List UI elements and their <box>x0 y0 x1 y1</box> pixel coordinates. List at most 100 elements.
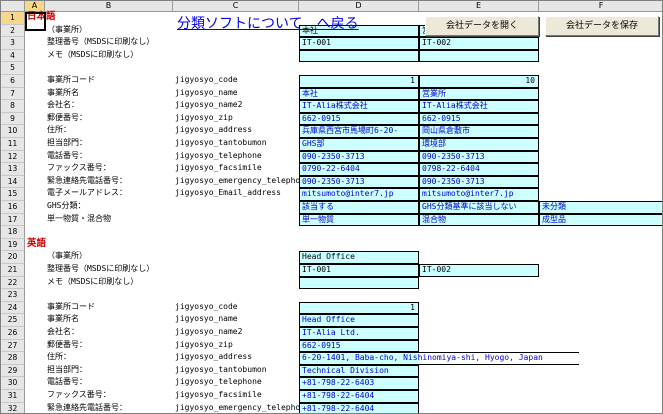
column-header-f[interactable]: F <box>539 1 662 12</box>
section-label[interactable]: 日本語 <box>25 11 85 25</box>
value-cell-d[interactable]: Technical Division <box>299 364 419 378</box>
field-label[interactable]: 会社名： <box>45 100 173 113</box>
field-label[interactable]: 住所： <box>45 352 173 365</box>
field-label[interactable] <box>45 289 173 302</box>
row-header[interactable]: 12 <box>1 150 25 164</box>
field-label[interactable]: 住所： <box>45 125 173 138</box>
spreadsheet[interactable]: ABCDEF 1日本語2（事業所）本社営業所3整理番号（MSDSに印刷なし）IT… <box>0 0 663 414</box>
row-header[interactable]: 28 <box>1 352 25 365</box>
value-cell-d[interactable]: 1 <box>299 75 419 88</box>
value-cell-e[interactable]: IT-002 <box>419 37 539 50</box>
field-label[interactable]: ファックス番号： <box>45 163 173 176</box>
field-label[interactable]: 事業所コード <box>45 75 173 88</box>
value-cell-e[interactable]: 090-2350-3713 <box>419 150 539 164</box>
field-key[interactable]: jigyosyo_address <box>173 352 299 365</box>
row-header[interactable]: 19 <box>1 238 25 252</box>
field-label[interactable]: GHS分類： <box>45 201 173 214</box>
value-cell-d[interactable]: IT-001 <box>299 37 419 50</box>
field-label[interactable]: 担当部門： <box>45 365 173 378</box>
value-cell-e[interactable]: 混合物 <box>419 213 539 227</box>
row-header[interactable]: 26 <box>1 327 25 340</box>
row-header[interactable]: 20 <box>1 251 25 264</box>
field-key[interactable]: jigyosyo_address <box>173 125 299 138</box>
row-header[interactable]: 29 <box>1 364 25 378</box>
field-key[interactable]: jigyosyo_telephone <box>173 377 299 390</box>
row-header[interactable]: 25 <box>1 314 25 327</box>
field-label[interactable]: 郵便番号： <box>45 113 173 126</box>
field-label[interactable]: 電話番号： <box>45 377 173 390</box>
value-cell-e[interactable]: IT-002 <box>419 264 539 277</box>
value-cell-d[interactable]: 本社 <box>299 87 419 101</box>
field-label[interactable]: ファックス番号： <box>45 390 173 403</box>
value-cell-d[interactable] <box>299 49 419 63</box>
value-cell-d[interactable] <box>299 276 419 290</box>
row-header[interactable]: 5 <box>1 62 25 75</box>
row-header[interactable]: 27 <box>1 339 25 353</box>
value-cell-d[interactable]: IT-Alia株式会社 <box>299 100 419 113</box>
value-cell-d[interactable]: +81-798-22-6404 <box>299 390 419 403</box>
field-key[interactable]: jigyosyo_code <box>173 75 299 88</box>
row-header[interactable]: 2 <box>1 24 25 38</box>
field-key[interactable]: jigyosyo_name2 <box>173 327 299 340</box>
row-header[interactable]: 6 <box>1 75 25 88</box>
field-key[interactable]: jigyosyo_tantobumon <box>173 365 299 378</box>
field-key[interactable]: jigyosyo_Email_address <box>173 188 299 201</box>
row-header[interactable]: 4 <box>1 49 25 63</box>
value-cell-e[interactable]: 090-2350-3713 <box>419 175 539 189</box>
value-cell-e[interactable]: 営業所 <box>419 87 539 101</box>
field-label[interactable]: 担当部門： <box>45 138 173 151</box>
column-header-d[interactable]: D <box>299 1 419 12</box>
select-all-corner[interactable] <box>1 1 25 12</box>
value-cell-d[interactable]: 6-20-1401, Baba-cho, Nishinomiya-shi, Hy… <box>299 352 579 365</box>
value-cell-d[interactable]: 662-0915 <box>299 112 419 126</box>
value-cell-d[interactable]: 単一物質 <box>299 213 419 227</box>
field-label[interactable]: メモ（MSDSに印刷なし） <box>45 277 173 290</box>
field-key[interactable]: jigyosyo_facsimile <box>173 390 299 403</box>
value-cell-e[interactable]: 662-0915 <box>419 112 539 126</box>
value-cell-e[interactable]: mitsumoto@inter7.jp <box>419 188 539 201</box>
row-header[interactable]: 32 <box>1 402 25 413</box>
value-cell-d[interactable]: 該当する <box>299 201 419 214</box>
value-cell-d[interactable]: +81-798-22-6403 <box>299 377 419 390</box>
value-cell-d[interactable]: GHS部 <box>299 138 419 151</box>
field-label[interactable] <box>45 226 173 239</box>
field-key[interactable]: jigyosyo_facsimile <box>173 163 299 176</box>
field-label[interactable]: 緊急連絡先電話番号： <box>45 176 173 189</box>
row-header[interactable]: 15 <box>1 188 25 201</box>
value-cell-f[interactable]: 未分類 <box>539 201 662 214</box>
value-cell-d[interactable]: mitsumoto@inter7.jp <box>299 188 419 201</box>
field-key[interactable]: jigyosyo_name <box>173 88 299 101</box>
field-label[interactable]: 事業所名 <box>45 314 173 327</box>
row-header[interactable]: 11 <box>1 138 25 151</box>
field-label[interactable]: 緊急連絡先電話番号： <box>45 403 173 413</box>
row-header[interactable]: 3 <box>1 37 25 50</box>
field-key[interactable]: jigyosyo_tantobumon <box>173 138 299 151</box>
column-header-c[interactable]: C <box>173 1 299 12</box>
field-key[interactable]: jigyosyo_telephone <box>173 151 299 164</box>
row-header[interactable]: 21 <box>1 264 25 277</box>
value-cell-d[interactable]: Head Office <box>299 251 419 264</box>
value-cell-e[interactable]: IT-Alia株式会社 <box>419 100 539 113</box>
row-header[interactable]: 17 <box>1 213 25 227</box>
value-cell-e[interactable]: 環境部 <box>419 138 539 151</box>
field-label[interactable]: 会社名： <box>45 327 173 340</box>
column-header-e[interactable]: E <box>419 1 539 12</box>
field-key[interactable]: jigyosyo_zip <box>173 340 299 353</box>
row-header[interactable]: 30 <box>1 377 25 390</box>
value-cell-e[interactable]: 0798-22-6404 <box>419 163 539 176</box>
row-header[interactable]: 9 <box>1 112 25 126</box>
row-header[interactable]: 1 <box>1 12 25 25</box>
value-cell-e[interactable] <box>419 49 539 63</box>
field-label[interactable]: 単一物質・混合物 <box>45 214 173 227</box>
field-key[interactable]: jigyosyo_code <box>173 302 299 315</box>
value-cell-d[interactable]: Head Office <box>299 314 419 327</box>
value-cell-e[interactable]: 岡山県倉敷市 <box>419 125 539 138</box>
row-header[interactable]: 7 <box>1 87 25 101</box>
value-cell-d[interactable]: 0790-22-6404 <box>299 163 419 176</box>
column-header-b[interactable]: B <box>45 1 173 12</box>
field-label[interactable]: 電話番号： <box>45 151 173 164</box>
field-label[interactable]: メモ（MSDSに印刷なし） <box>45 50 173 63</box>
field-label[interactable]: 事業所コード <box>45 302 173 315</box>
field-key[interactable]: jigyosyo_emergency_telephone <box>173 176 310 189</box>
field-label[interactable]: （事業所） <box>45 251 173 264</box>
